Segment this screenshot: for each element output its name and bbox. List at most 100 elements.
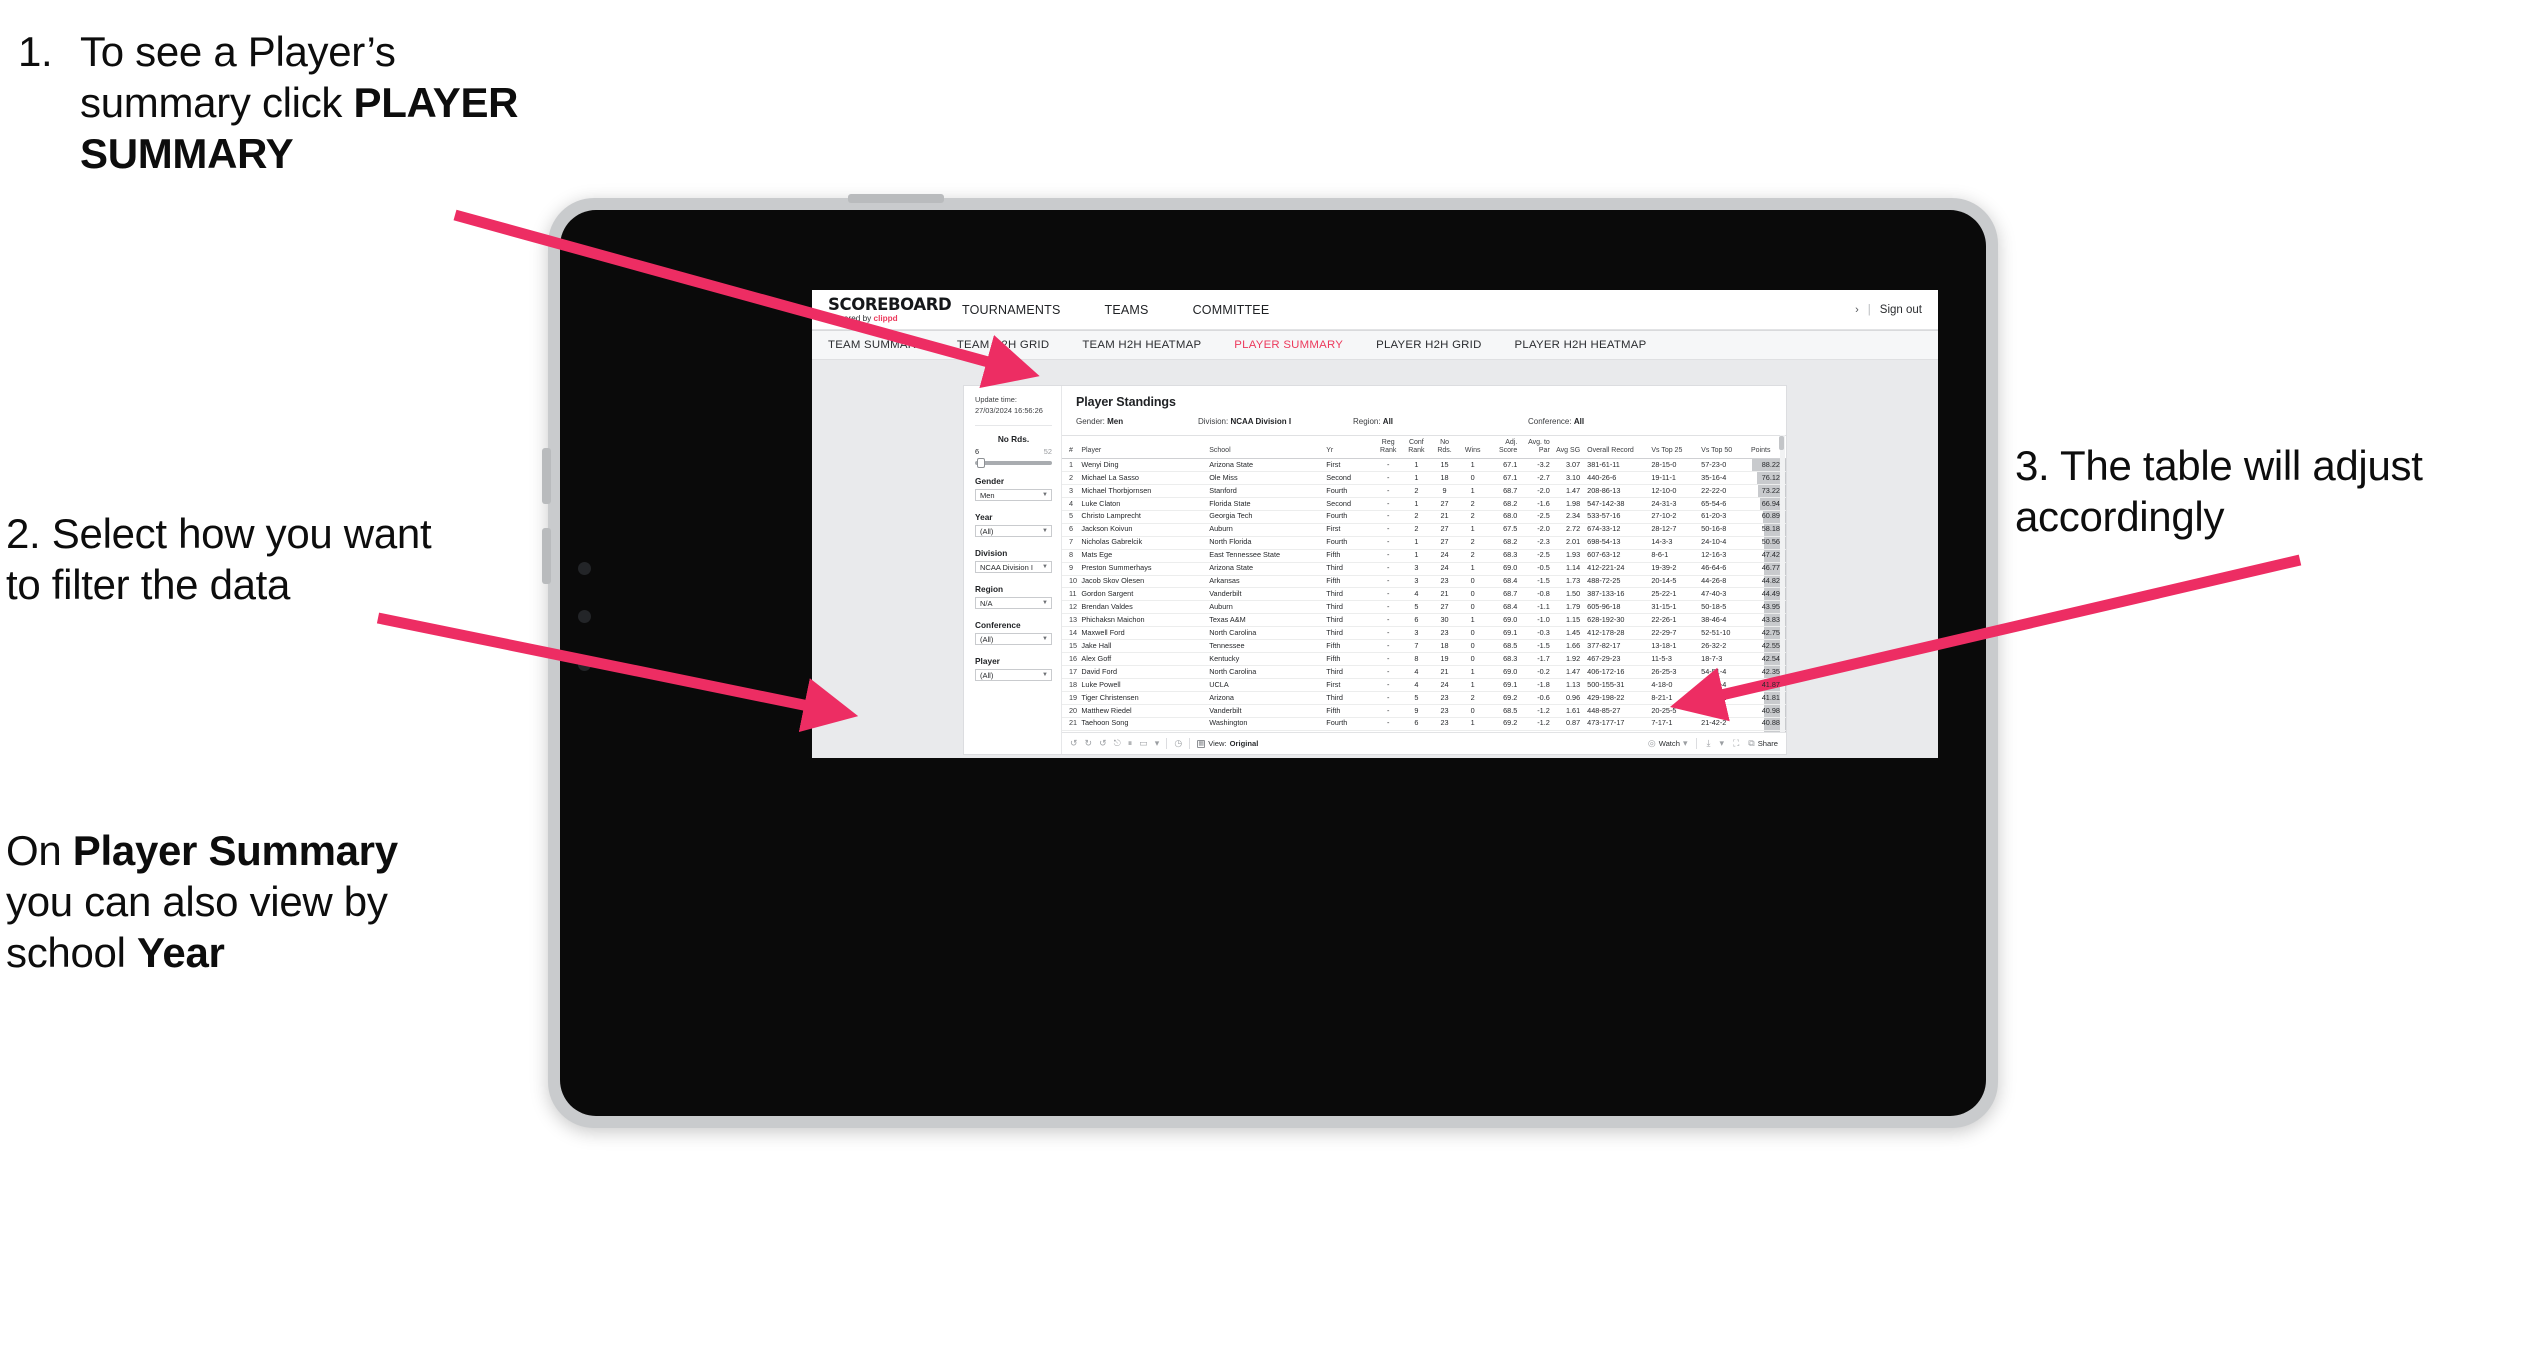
chevron-right-icon[interactable]: › [1855,304,1859,316]
region-dropdown[interactable]: N/A ▼ [975,597,1052,610]
division-dropdown[interactable]: NCAA Division I ▼ [975,561,1052,574]
col-year[interactable]: Yr [1324,435,1375,460]
pause-updates-icon[interactable]: ⏸ [1128,739,1133,748]
col-adj-score[interactable]: Adj. Score [1486,435,1520,460]
table-row[interactable]: 21 Taehoon Song Washington Fourth -6 23 1 69.2-… [1062,717,1786,731]
cell-school: Auburn [1207,523,1325,537]
table-row[interactable]: 19 Tiger Christensen Arizona Third -5 23 2 69.2… [1062,691,1786,705]
undo-icon[interactable]: ↺ [1070,739,1078,748]
cell-wins: 1 [1458,484,1487,498]
col-conf-rank[interactable]: Conf Rank [1402,435,1431,460]
tab-player-summary[interactable]: PLAYER SUMMARY [1234,339,1364,351]
col-avg-sg[interactable]: Avg SG [1551,435,1583,460]
vertical-scrollbar[interactable] [1779,435,1785,732]
fullscreen-icon[interactable]: ⛶ [1733,739,1739,748]
table-row[interactable]: 2 Michael La Sasso Ole Miss Second -1 18 0 67.1… [1062,471,1786,485]
revert-icon[interactable]: ↺ [1099,739,1107,748]
cell-rec: 467-29-23 [1582,652,1650,667]
table-row[interactable]: 16 Alex Goff Kentucky Fifth -8 19 0 68.3 -1.7 1.9… [1062,652,1786,667]
col-overall-record[interactable]: Overall Record [1582,435,1650,460]
table-row[interactable]: 3 Michael Thorbjornsen Stanford Fourth -2 9 1 6… [1062,484,1786,498]
table-row[interactable]: 18 Luke Powell UCLA First -4 24 1 69.1 -1.8 1.13 5… [1062,678,1786,692]
player-dropdown[interactable]: (All) ▼ [975,669,1052,682]
table-row[interactable]: 17 David Ford North Carolina Third -4 21 1 69.0… [1062,665,1786,680]
table-row[interactable]: 10 Jacob Skov Olesen Arkansas Fifth -3 23 0 68.… [1062,575,1786,589]
gender-dropdown[interactable]: Men ▼ [975,489,1052,502]
app-logo[interactable]: SCOREBOARD Powered by clippd [812,290,952,329]
tab-player-h2h-heatmap[interactable]: PLAYER H2H HEATMAP [1515,339,1668,351]
conference-dropdown[interactable]: (All) ▼ [975,633,1052,646]
cell-rec: 674-33-12 [1582,523,1650,537]
cell-conf: 1 [1402,458,1431,473]
cell-wins: 2 [1458,536,1487,550]
table-row[interactable]: 12 Brendan Valdes Auburn Third -5 27 0 68.4 -1.1… [1062,600,1786,615]
tab-team-summary[interactable]: TEAM SUMMARY [828,339,945,351]
slider-handle[interactable] [977,458,985,469]
col-reg-rank[interactable]: Reg Rank [1374,435,1403,460]
cell-n: 11 [1062,587,1080,602]
view-selector[interactable]: ▦ View: Original [1197,739,1258,748]
col-no-rounds[interactable]: No Rds. [1430,435,1459,460]
table-row[interactable]: 5 Christo Lamprecht Georgia Tech Fourth -2 21… [1062,510,1786,524]
download-icon[interactable]: ⤓ [1706,739,1710,748]
nav-tournaments[interactable]: TOURNAMENTS [940,290,1083,329]
tab-player-h2h-grid[interactable]: PLAYER H2H GRID [1376,339,1502,351]
cell-par: -2.5 [1519,510,1552,524]
table-row[interactable]: 7 Nicholas Gabrelcik North Florida Fourth -1… [1062,536,1786,550]
table-row[interactable]: 20 Matthew Riedel Vanderbilt Fifth -9 23 0 68.5… [1062,704,1786,718]
table-row[interactable]: 22Ian GilliganFloridaThird-1024168.7-0.8… [1062,730,1786,732]
table-row[interactable]: 9 Preston Summerhays Arizona State Third -3 2… [1062,562,1786,576]
col-vs-top-25[interactable]: Vs Top 25 [1649,435,1700,460]
nav-teams[interactable]: TEAMS [1083,290,1171,329]
table-row[interactable]: 15 Jake Hall Tennessee Fifth -7 18 0 68.5 -1.5 1.… [1062,639,1786,654]
col-rank[interactable]: # [1062,435,1080,460]
col-avg-to-par[interactable]: Avg. to Par [1519,435,1552,460]
no-rounds-slider-track[interactable] [975,458,1052,469]
cell-adj: 67.1 [1486,471,1520,485]
year-dropdown[interactable]: (All) ▼ [975,525,1052,538]
cell-rds: 15 [1430,458,1459,473]
cell-wins: 1 [1458,678,1487,692]
chevron-down-icon[interactable]: ▾ [1155,739,1160,748]
cell-t50: 12-16-3 [1699,549,1750,563]
redo-icon[interactable]: ↻ [1085,739,1093,748]
tab-team-h2h-heatmap[interactable]: TEAM H2H HEATMAP [1082,339,1222,351]
table-row[interactable]: 13 Phichaksn Maichon Texas A&M Third -6 30 1 69… [1062,613,1786,628]
cell-rec: 387-133-16 [1582,587,1650,602]
refresh-data-icon[interactable]: ⎋ [1114,739,1121,748]
highlight-icon[interactable]: ▭ [1139,739,1148,748]
cell-player: Jake Hall [1079,639,1208,654]
share-button[interactable]: ⧉ Share [1748,739,1778,749]
cell-wins: 0 [1458,626,1487,641]
scrollbar-thumb[interactable] [1779,436,1784,450]
cell-sg: 1.47 [1551,665,1583,680]
table-row[interactable]: 14 Maxwell Ford North Carolina Third -3 23 0 69… [1062,626,1786,641]
cell-yr: Fifth [1324,575,1375,589]
cell-conf: 2 [1402,523,1431,537]
cell-n: 9 [1062,562,1080,576]
cell-conf: 4 [1402,587,1431,602]
page-title: Player Standings [1076,395,1176,409]
table-row[interactable]: 8 Mats Ege East Tennessee State Fifth -1 24 2 6… [1062,549,1786,563]
cell-yr: Third [1324,730,1375,732]
nav-committee[interactable]: COMMITTEE [1170,290,1292,329]
chevron-down-icon[interactable]: ▾ [1719,739,1724,748]
table-row[interactable]: 4 Luke Claton Florida State Second -1 27 2 68.2… [1062,497,1786,511]
col-school[interactable]: School [1207,435,1325,460]
tab-team-h2h-grid[interactable]: TEAM H2H GRID [957,339,1070,351]
history-clock-icon[interactable]: ◷ [1174,739,1182,748]
col-wins[interactable]: Wins [1458,435,1487,460]
cell-n: 6 [1062,523,1080,537]
col-player[interactable]: Player [1079,435,1208,460]
points-value: 43.95 [1761,602,1780,611]
col-vs-top-50[interactable]: Vs Top 50 [1699,435,1750,460]
cell-t50: 24-10-4 [1699,536,1750,550]
cell-conf: 1 [1402,471,1431,485]
table-row[interactable]: 6 Jackson Koivun Auburn First -2 27 1 67.5 -2.0 2… [1062,523,1786,537]
watch-button[interactable]: ◎ Watch ▾ [1648,739,1688,749]
table-row[interactable]: 1 Wenyi Ding Arizona State First -1 15 1 67.1 -3… [1062,458,1786,473]
sign-out-link[interactable]: Sign out [1880,304,1922,316]
cell-player: David Ford [1079,665,1208,680]
player-label: Player [975,656,1000,667]
table-row[interactable]: 11 Gordon Sargent Vanderbilt Third -4 21 0 68.7… [1062,587,1786,602]
